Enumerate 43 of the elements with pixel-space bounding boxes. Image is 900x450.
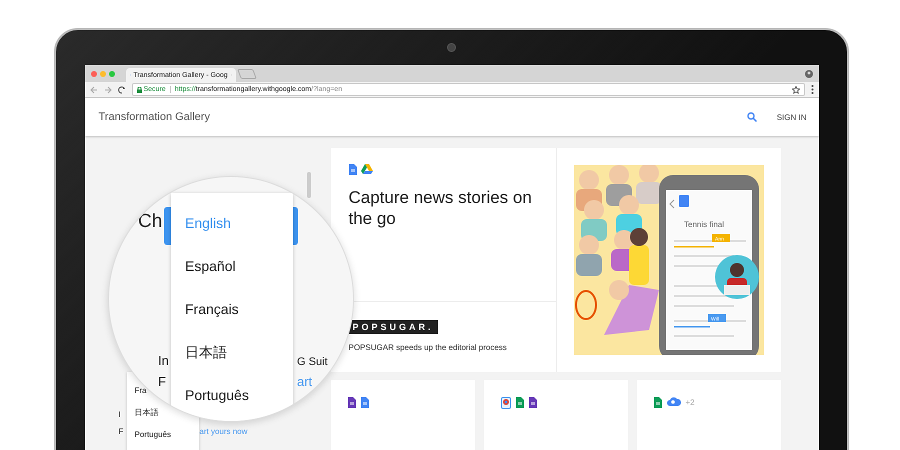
site-title: Transformation Gallery [98, 111, 211, 123]
language-option[interactable]: Español [185, 256, 236, 277]
maximize-window-icon[interactable] [108, 70, 114, 76]
spreadsheet-icon [516, 397, 524, 408]
lock-icon [136, 86, 142, 92]
text-fragment: F [158, 374, 166, 389]
text-fragment: F [118, 427, 124, 436]
cloud-icon [666, 397, 680, 407]
text-fragment: G Suit [297, 356, 328, 368]
story-headline: Capture news stories on the go [348, 187, 533, 229]
more-apps-count: +2 [686, 397, 695, 409]
close-window-icon[interactable] [90, 70, 96, 76]
more-menu-icon[interactable] [810, 85, 814, 94]
forward-icon[interactable] [104, 86, 112, 94]
language-option[interactable]: Português [185, 385, 249, 406]
document-icon [360, 397, 368, 408]
search-icon[interactable] [746, 112, 757, 122]
text-fragment: I [118, 410, 121, 419]
story-caption: POPSUGAR speeds up the editorial process [348, 343, 508, 352]
new-tab-button[interactable] [236, 68, 256, 78]
browser-app-icon [500, 397, 510, 409]
brand-logo: POPSUGAR. [348, 320, 438, 334]
profile-icon[interactable] [804, 70, 812, 78]
reload-icon[interactable] [118, 86, 126, 94]
scrollbar[interactable] [306, 172, 310, 198]
language-option[interactable]: 日本語 [185, 342, 227, 363]
language-option[interactable]: Français [185, 299, 239, 320]
document-title: Tennis final [684, 220, 724, 229]
camera-icon [447, 43, 456, 52]
star-icon[interactable] [792, 86, 800, 94]
story-card[interactable] [484, 380, 628, 450]
minimize-window-icon[interactable] [100, 70, 106, 76]
triangle-icon [360, 164, 372, 174]
avatar-silhouette [714, 255, 758, 299]
slides-icon [348, 397, 356, 408]
document-icon [348, 164, 356, 175]
heading-fragment: Ch [138, 211, 162, 233]
back-icon[interactable] [90, 86, 98, 94]
language-option[interactable]: Português [134, 430, 198, 439]
text-fragment: In [158, 353, 169, 368]
spreadsheet-icon [654, 397, 662, 408]
sign-in-link[interactable]: SIGN IN [776, 112, 806, 122]
slides-icon [528, 397, 536, 408]
